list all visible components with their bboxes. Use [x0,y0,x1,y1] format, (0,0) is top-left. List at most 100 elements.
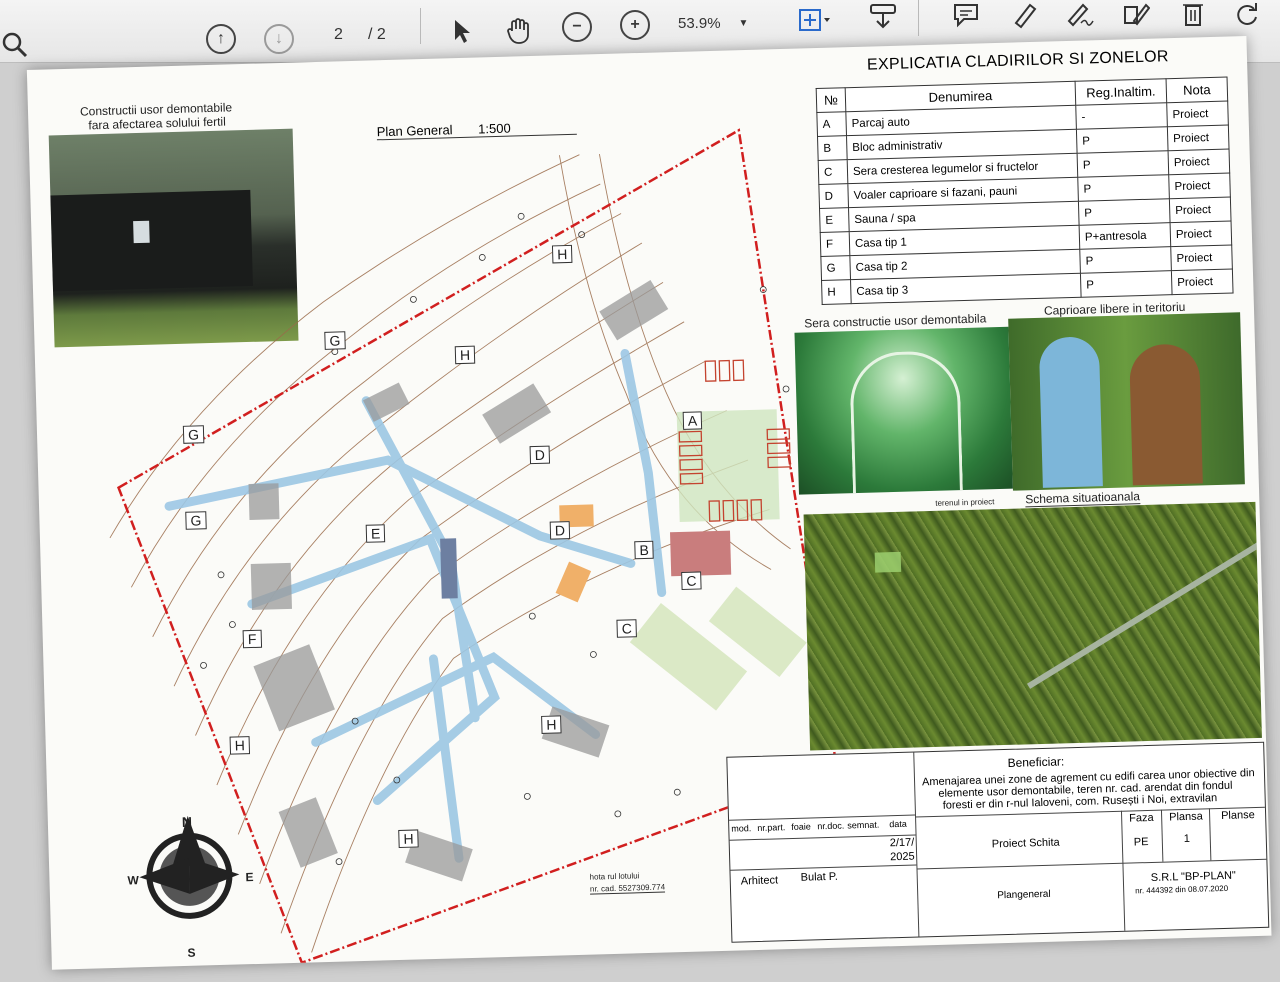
title-block: mod. nr.part. foaie nr.doc. semnat. data… [726,741,1270,943]
deer-shape [1128,343,1203,486]
planse-label: Planse [1220,809,1255,822]
download-icon[interactable] [866,2,900,32]
tb-divider [1208,808,1212,861]
legend-note: Proiect [1169,197,1232,223]
map-label-a: A [682,411,703,430]
col-nrpart: nr.part. [757,822,786,833]
map-label-g3: G [185,511,207,530]
company-name: S.R.L "BP-PLAN" [1150,869,1237,884]
sheet-name: Plangeneral [997,888,1051,902]
legend-height: P [1076,126,1169,154]
map-label-h4: H [229,736,251,755]
delete-icon[interactable] [1178,0,1208,28]
map-label-c1: C [616,619,638,638]
col-foaie: foaie [791,821,811,833]
fill-icon[interactable] [1120,0,1152,30]
rotate-icon[interactable] [1232,0,1262,28]
scheme-note: terenul in proiect [935,497,995,508]
project-name: Proiect Schita [991,836,1060,851]
beneficiary-label: Beneficiar: [1007,754,1065,770]
legend-note: Proiect [1166,101,1229,127]
project-marker [874,551,902,573]
map-label-e: E [365,524,386,543]
greenhouse-arch [849,350,964,495]
zoom-in-icon[interactable]: + [620,10,650,40]
legend-id: C [818,159,848,185]
paths [164,348,667,863]
legend-id: E [819,207,850,233]
chevron-down-icon: ▼ [738,17,749,29]
col-nrdoc: nr.doc. [817,820,845,832]
legend-height: - [1075,102,1168,130]
legend-height: P [1080,270,1173,298]
col-mod: mod. [731,823,752,834]
up-arrow-icon[interactable]: ↑ [206,24,236,54]
map-label-f: F [242,629,262,649]
legend-height: P [1079,246,1172,274]
col-semnat: semnat. [847,819,880,831]
search-icon[interactable] [0,30,30,60]
compass-s: S [187,945,196,960]
plot-note-1: hota rul lotului [589,871,640,882]
legend-height: P [1078,198,1171,226]
phase-value: PE [1133,836,1149,849]
legend-height: P [1077,174,1170,202]
legend-title: EXPLICATIA CLADIRILOR SI ZONELOR [866,48,1169,74]
highlight-icon[interactable] [1008,0,1040,30]
satellite-map [803,501,1262,751]
map-label-b: B [634,540,655,560]
legend-id: G [820,255,851,281]
legend-note: Proiect [1170,244,1233,271]
architect-label: Arhitect [740,874,779,888]
legend-name: Casa tip 3 [850,273,1082,304]
pointer-icon[interactable] [448,16,476,46]
road-line [1026,526,1262,689]
map-label-h5: H [398,829,419,848]
tb-divider [729,834,916,841]
legend-note: Proiect [1170,220,1232,247]
down-arrow-icon[interactable]: ↓ [264,24,294,54]
phase-label: Faza [1129,811,1154,825]
map-label-c2: C [681,571,702,590]
map-label-d1: D [529,445,551,465]
sign-icon[interactable] [1064,0,1096,30]
tb-divider [1160,809,1164,862]
toolbar-divider [420,8,421,44]
tb-divider [729,814,916,821]
legend-height: P+antresola [1079,222,1171,250]
legend-id: F [820,231,850,257]
fit-page-icon[interactable] [796,6,836,36]
map-label-h1: H [551,244,573,264]
plansa-value: 1 [1183,832,1191,846]
legend-header-height: Reg.Inaltim. [1075,78,1167,106]
tb-divider [916,858,1267,870]
tb-divider [730,864,917,871]
legend-id: B [817,135,848,161]
legend-header-no: № [816,87,846,113]
legend-id: D [818,183,849,209]
compass-w: W [127,873,140,888]
date-1: 2/17/ [889,836,915,850]
tb-divider [1120,810,1126,931]
col-data: data [889,818,907,830]
page-number-input[interactable]: 2 [334,26,343,44]
zoom-select[interactable]: 53.9% ▼ [678,11,768,35]
map-label-h2: H [454,345,476,365]
map-label-d2: D [549,521,571,540]
legend-id: H [821,279,852,305]
deer-photo [1008,312,1245,491]
plot-note-2: nr. cad. 5527309.774 [589,882,666,895]
comment-icon[interactable] [950,0,982,30]
legend-note: Proiect [1168,173,1231,199]
hand-icon[interactable] [504,16,534,46]
company-license: nr. 444392 din 08.07.2020 [1135,883,1229,896]
legend-note: Proiect [1168,149,1230,175]
legend-id: A [816,111,847,137]
legend-note: Proiect [1167,125,1230,151]
map-label-h3: H [541,715,562,734]
drawing-sheet: Constructii usor demontabile fara afecta… [26,35,1272,970]
date-2: 2025 [889,850,915,864]
toolbar-divider [918,0,919,36]
zoom-out-icon[interactable]: − [562,12,592,42]
legend-header-note: Nota [1166,77,1228,103]
